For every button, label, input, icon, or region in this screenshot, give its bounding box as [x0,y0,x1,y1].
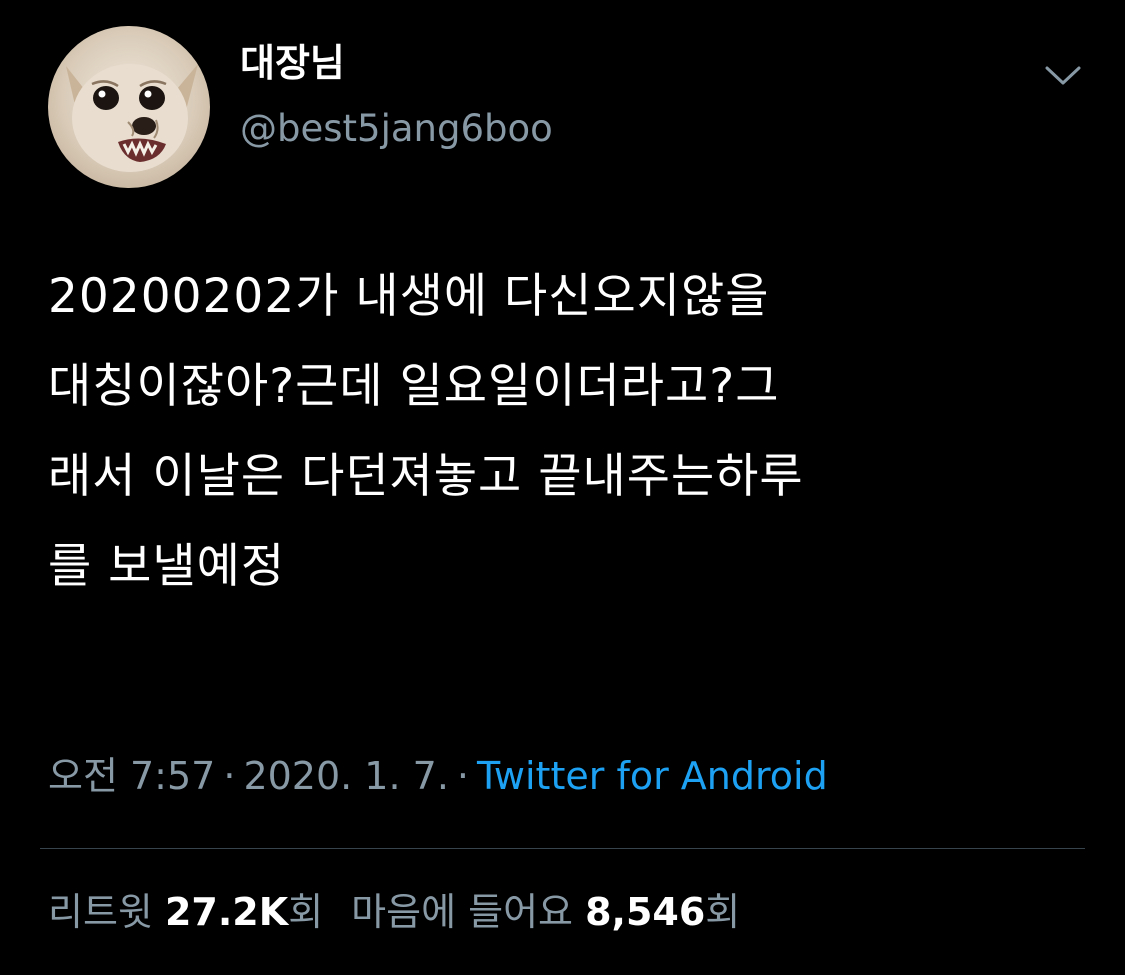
likes-label: 마음에 들어요 [351,890,573,934]
meta-separator: · [223,754,236,798]
retweets-count: 27.2K [164,890,289,934]
chihuahua-avatar-image [66,64,198,172]
likes-count: 8,546 [585,890,706,934]
retweets-label: 리트윗 [48,890,153,934]
more-options-button[interactable] [1040,58,1086,94]
tweet-date[interactable]: 2020. 1. 7. [243,754,448,798]
tweet-detail: 대장님 @best5jang6boo 20200202가 내생에 다신오지않을 … [0,0,1125,975]
tweet-meta: 오전 7:57 · 2020. 1. 7. · Twitter for Android [48,752,828,800]
chevron-down-icon [1045,66,1081,85]
display-name[interactable]: 대장님 [240,44,345,82]
tweet-text: 20200202가 내생에 다신오지않을 대칭이잖아?근데 일요일이더라고?그 … [48,269,804,594]
meta-separator: · [456,754,469,798]
user-handle[interactable]: @best5jang6boo [240,110,553,147]
avatar[interactable] [48,26,210,188]
tweet-source-link[interactable]: Twitter for Android [477,754,828,798]
tweet-stats: 리트윗 27.2K회 마음에 들어요 8,546회 [48,888,740,936]
retweets-stat[interactable]: 리트윗 27.2K회 [48,890,323,934]
divider [40,848,1085,849]
retweets-unit: 회 [288,890,324,934]
tweet-time[interactable]: 오전 7:57 [48,754,215,798]
likes-unit: 회 [705,890,741,934]
likes-stat[interactable]: 마음에 들어요 8,546회 [351,890,740,934]
